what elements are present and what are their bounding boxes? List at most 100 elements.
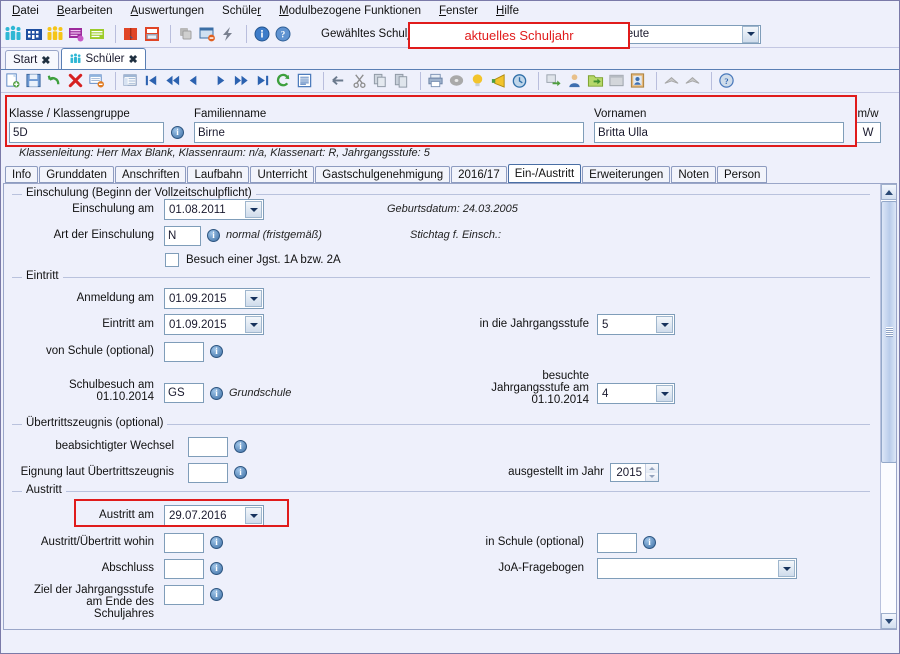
menu-item-schueler[interactable]: Schüler	[213, 3, 270, 19]
chevron-down-icon[interactable]	[656, 385, 673, 402]
menu-item-hilfe[interactable]: Hilfe	[487, 3, 528, 19]
in-die-jahrgangsstufe-combobox[interactable]: 5	[597, 314, 675, 335]
joa-fragebogen-combobox[interactable]	[597, 558, 797, 579]
art-der-einschulung-input[interactable]: N	[164, 226, 201, 246]
first-record-icon[interactable]	[143, 72, 161, 90]
tab-anschriften[interactable]: Anschriften	[114, 166, 187, 183]
menu-item-datei[interactable]: DDateiatei	[3, 3, 48, 19]
cut-icon[interactable]	[351, 72, 369, 90]
chevron-down-icon[interactable]	[245, 290, 262, 307]
menu-item-modulbezogene-funktionen[interactable]: Modulbezogene Funktionen	[270, 3, 430, 19]
tab-unterricht[interactable]: Unterricht	[250, 166, 315, 183]
spinner-down-icon[interactable]	[646, 472, 658, 481]
chevron-down-icon[interactable]	[742, 25, 760, 43]
info-icon[interactable]: i	[643, 536, 656, 549]
clock-icon[interactable]	[511, 72, 529, 90]
scroll-down-button[interactable]	[881, 613, 896, 629]
megaphone-icon[interactable]	[490, 72, 508, 90]
record-remove-icon[interactable]	[88, 72, 106, 90]
tab-grunddaten[interactable]: Grunddaten	[39, 166, 114, 183]
chevron-down-icon[interactable]	[778, 560, 795, 577]
doc-tab-start[interactable]: Start ✖	[5, 50, 59, 69]
prev-record-icon[interactable]	[185, 72, 203, 90]
info-icon[interactable]: i	[210, 536, 223, 549]
tab-laufbahn[interactable]: Laufbahn	[187, 166, 250, 183]
lightning-icon[interactable]	[219, 25, 237, 43]
export-icon[interactable]	[545, 72, 563, 90]
print-icon[interactable]	[427, 72, 445, 90]
einschulung-am-datepicker[interactable]: 01.08.2011	[164, 199, 264, 220]
save-icon[interactable]	[25, 72, 43, 90]
next-record-icon[interactable]	[212, 72, 230, 90]
collapse-icon[interactable]	[663, 72, 681, 90]
chevron-down-icon[interactable]	[656, 316, 673, 333]
folder-export-icon[interactable]	[587, 72, 605, 90]
mw-input[interactable]: W	[855, 122, 881, 143]
info-icon[interactable]: i	[207, 229, 220, 242]
info-icon[interactable]: i	[234, 440, 247, 453]
besuchte-jahrgangsstufe-combobox[interactable]: 4	[597, 383, 675, 404]
info-icon[interactable]: i	[210, 562, 223, 575]
anmeldung-am-datepicker[interactable]: 01.09.2015	[164, 288, 264, 309]
chevron-down-icon[interactable]	[245, 201, 262, 218]
persons-icon[interactable]	[46, 25, 64, 43]
vertical-scrollbar[interactable]	[880, 184, 896, 629]
date-mode-combobox[interactable]: Heute	[613, 24, 762, 44]
tab-person[interactable]: Person	[717, 166, 768, 183]
help-icon[interactable]: ?	[274, 25, 292, 43]
austritt-wohin-input[interactable]	[164, 533, 204, 553]
tab-ein-austritt[interactable]: Ein-/Austritt	[507, 164, 582, 183]
in-schule-input[interactable]	[597, 533, 637, 553]
tab-erweiterungen[interactable]: Erweiterungen	[582, 166, 671, 183]
back-arrow-icon[interactable]	[330, 72, 348, 90]
fast-forward-icon[interactable]	[233, 72, 251, 90]
chevron-down-icon[interactable]	[245, 316, 262, 333]
copy-icon[interactable]	[372, 72, 390, 90]
ausgestellt-im-jahr-spinner[interactable]: 2015	[610, 463, 659, 482]
book-red-icon[interactable]	[122, 25, 140, 43]
table-view-icon[interactable]	[122, 72, 140, 90]
undo-icon[interactable]	[46, 72, 64, 90]
new-record-icon[interactable]	[4, 72, 22, 90]
close-icon[interactable]: ✖	[41, 54, 50, 67]
jgst-1a-2a-checkbox[interactable]	[165, 253, 179, 267]
menu-item-bearbeiten[interactable]: Bearbeiten	[48, 3, 122, 19]
delete-icon[interactable]	[67, 72, 85, 90]
tab-gastschulgenehmigung[interactable]: Gastschulgenehmigung	[315, 166, 451, 183]
info-icon[interactable]: i	[210, 387, 223, 400]
beabsichtigter-wechsel-input[interactable]	[188, 437, 228, 457]
close-icon[interactable]: ✖	[129, 53, 138, 66]
info-icon[interactable]: i	[234, 466, 247, 479]
last-record-icon[interactable]	[254, 72, 272, 90]
menu-item-fenster[interactable]: Fenster	[430, 3, 487, 19]
eintritt-am-datepicker[interactable]: 01.09.2015	[164, 314, 264, 335]
message-board-icon[interactable]	[67, 25, 85, 43]
fast-back-icon[interactable]	[164, 72, 182, 90]
cd-icon[interactable]	[448, 72, 466, 90]
paste-icon[interactable]	[393, 72, 411, 90]
von-schule-input[interactable]	[164, 342, 204, 362]
tab-info[interactable]: Info	[5, 166, 39, 183]
schulbesuch-input[interactable]: GS	[164, 383, 204, 403]
help-round-icon[interactable]: ?	[718, 72, 736, 90]
list-icon[interactable]	[296, 72, 314, 90]
list-green-icon[interactable]	[88, 25, 106, 43]
bulb-icon[interactable]	[469, 72, 487, 90]
spinner-buttons[interactable]	[645, 464, 658, 481]
info-icon[interactable]: i	[210, 345, 223, 358]
doc-tab-schueler[interactable]: Schüler ✖	[60, 48, 146, 69]
abschluss-input[interactable]	[164, 559, 204, 579]
tab-2016-17[interactable]: 2016/17	[451, 166, 507, 183]
school-building-icon[interactable]	[25, 25, 43, 43]
students-icon[interactable]	[4, 25, 22, 43]
ziel-jahrgangsstufe-input[interactable]	[164, 585, 204, 605]
window-close-icon[interactable]	[198, 25, 216, 43]
spinner-up-icon[interactable]	[646, 464, 658, 473]
user-icon[interactable]	[566, 72, 584, 90]
photo-icon[interactable]	[629, 72, 647, 90]
info-icon[interactable]	[253, 25, 271, 43]
printer-report-icon[interactable]	[143, 25, 161, 43]
scroll-up-button[interactable]	[881, 184, 896, 200]
collapse-all-icon[interactable]	[684, 72, 702, 90]
refresh-icon[interactable]	[275, 72, 293, 90]
